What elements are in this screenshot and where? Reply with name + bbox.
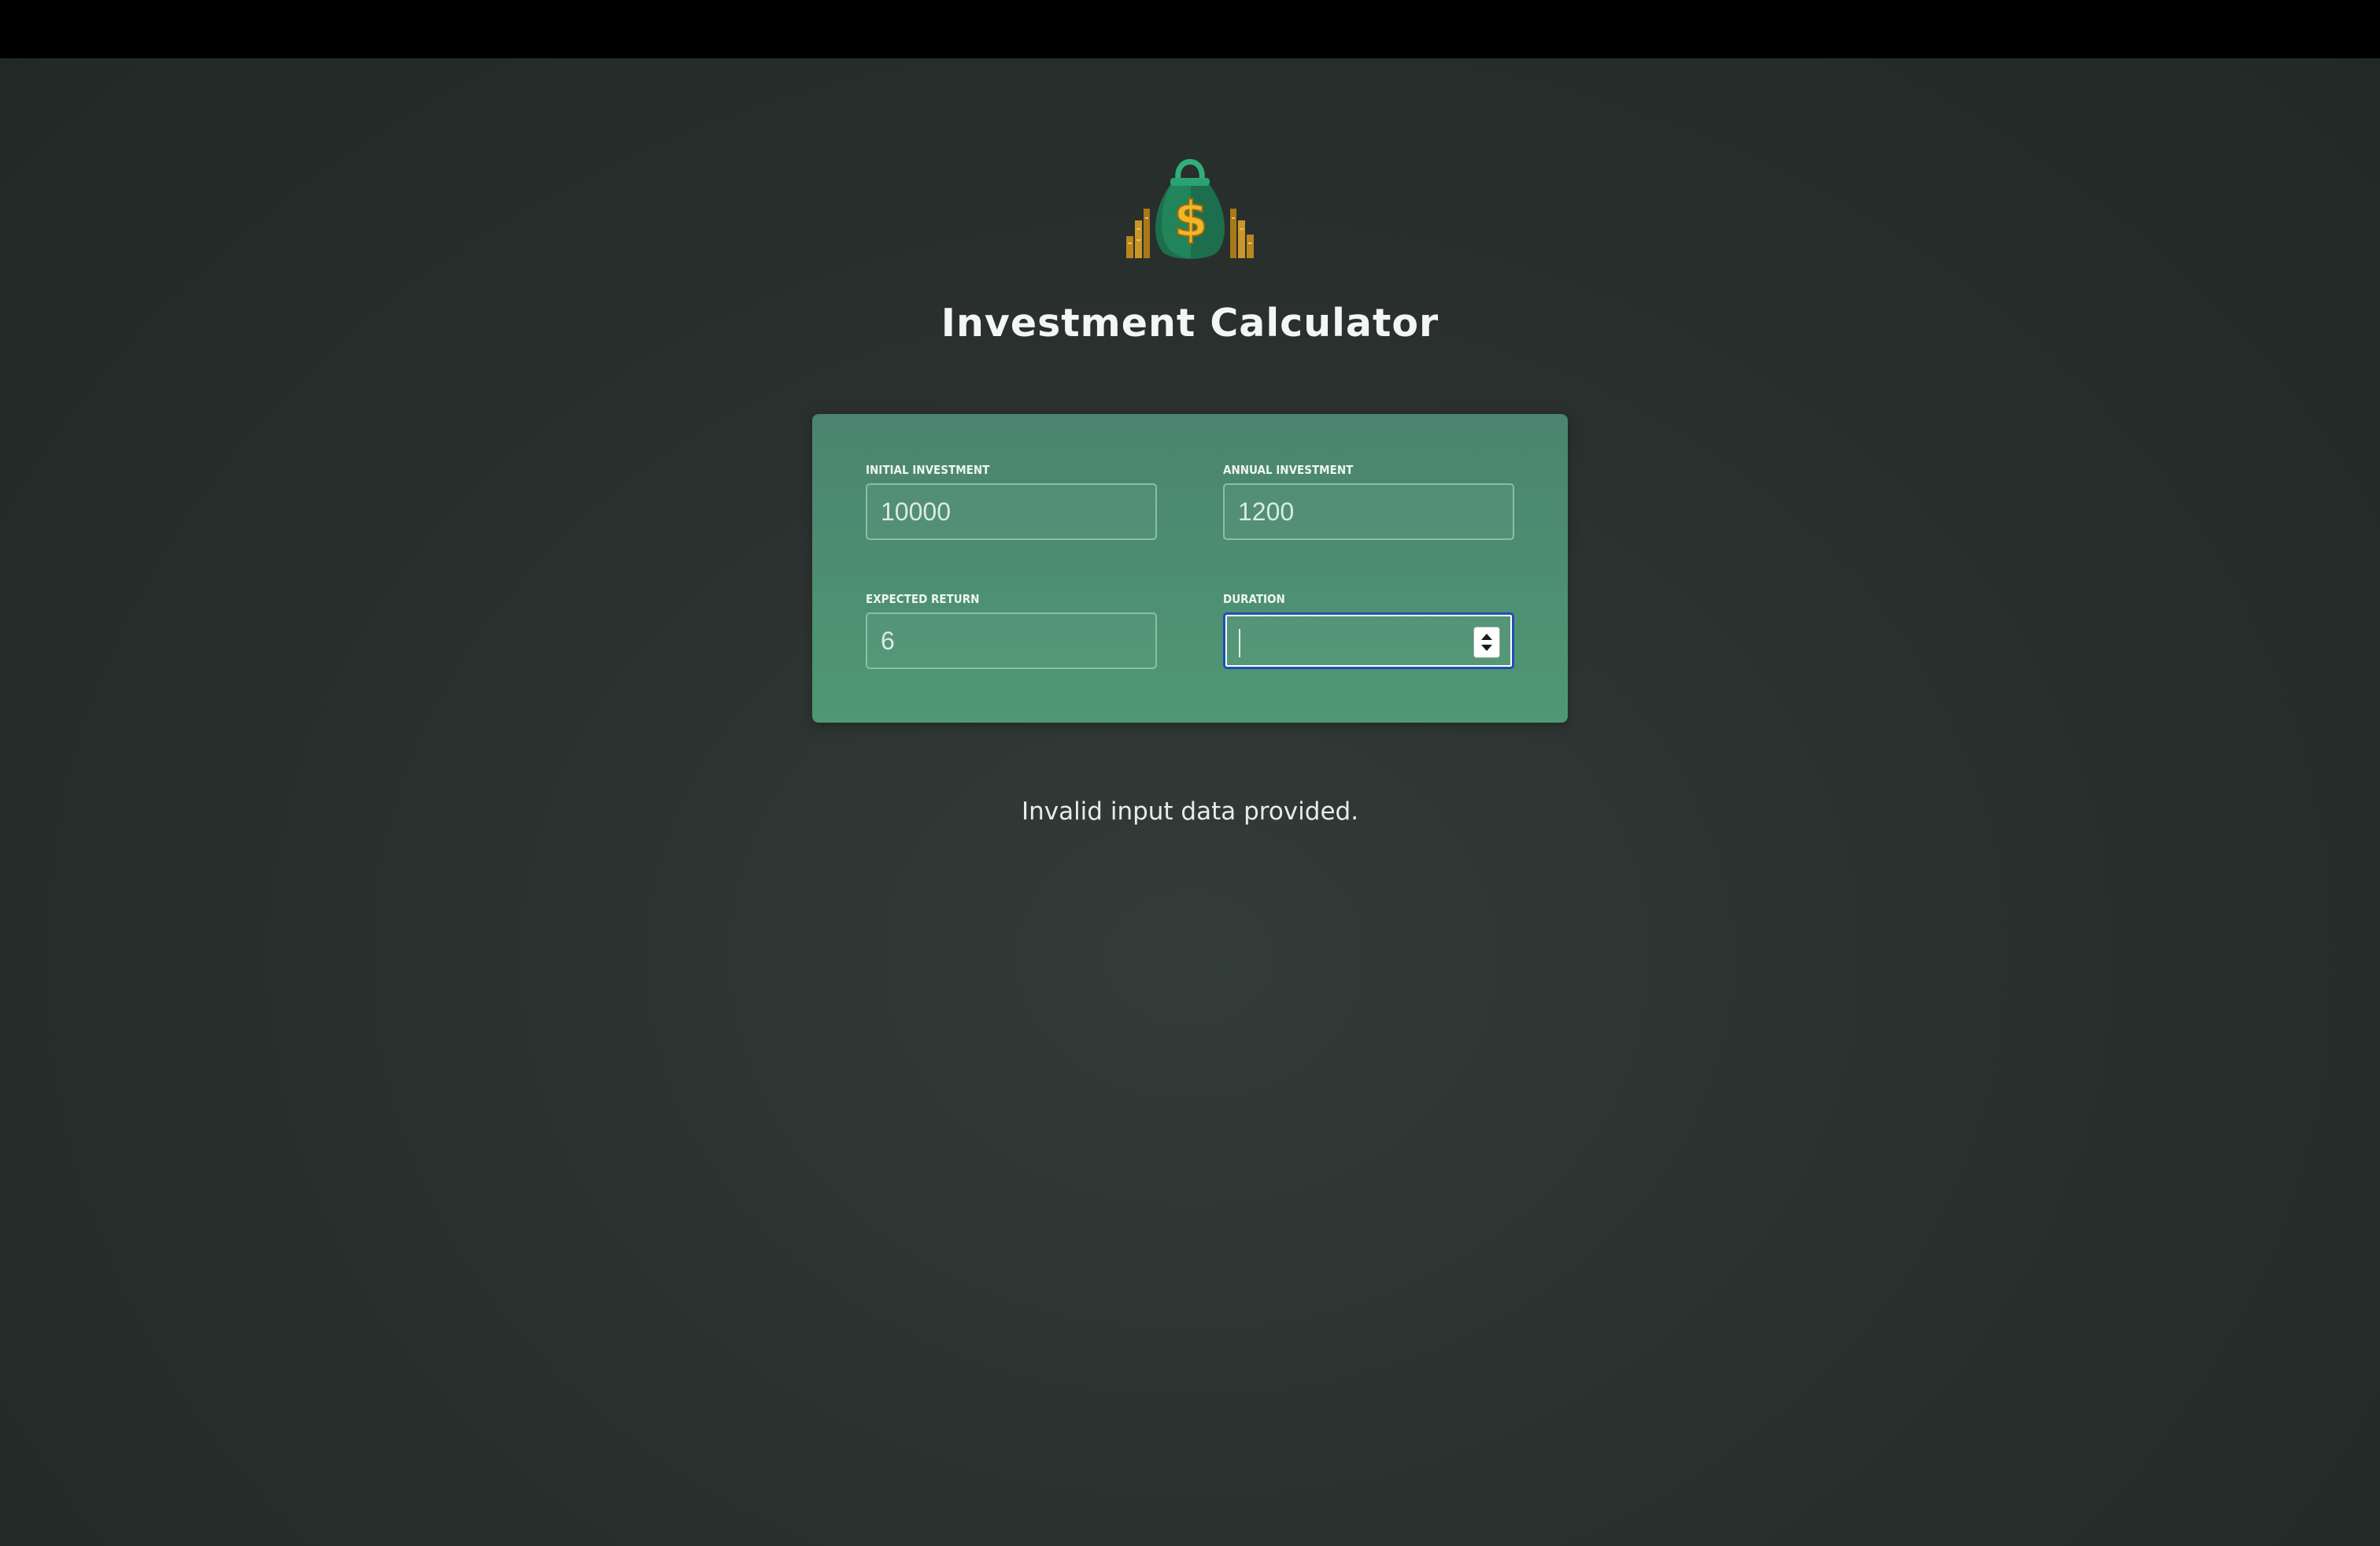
annual-investment-label: Annual Investment [1223, 463, 1354, 477]
browser-top-bar [0, 0, 2380, 58]
duration-group: Duration [1223, 592, 1514, 669]
stepper-up-icon[interactable] [1481, 634, 1492, 640]
text-caret [1239, 629, 1240, 657]
annual-investment-input[interactable] [1225, 485, 1513, 538]
initial-investment-input[interactable] [867, 485, 1155, 538]
initial-investment-group: Initial Investment [866, 463, 1157, 540]
error-message: Invalid input data provided. [1021, 797, 1359, 826]
annual-investment-box [1223, 483, 1514, 540]
input-panel: Initial Investment Annual Investment Exp… [812, 414, 1568, 723]
expected-return-label: Expected Return [866, 592, 980, 606]
svg-text:$: $ [1173, 190, 1207, 248]
duration-box [1223, 612, 1514, 669]
initial-investment-box [866, 483, 1157, 540]
duration-label: Duration [1223, 592, 1285, 606]
annual-investment-group: Annual Investment [1223, 463, 1514, 540]
app-header: $ Investment Calculator [0, 142, 2380, 346]
expected-return-group: Expected Return [866, 592, 1157, 669]
duration-stepper[interactable] [1474, 627, 1499, 657]
initial-investment-label: Initial Investment [866, 463, 990, 477]
money-bag-dollar-icon: $ [1126, 159, 1254, 259]
stepper-down-icon[interactable] [1481, 645, 1492, 651]
expected-return-input[interactable] [867, 614, 1155, 668]
duration-input[interactable] [1225, 615, 1512, 667]
page-title: Investment Calculator [941, 301, 1439, 346]
expected-return-box [866, 612, 1157, 669]
